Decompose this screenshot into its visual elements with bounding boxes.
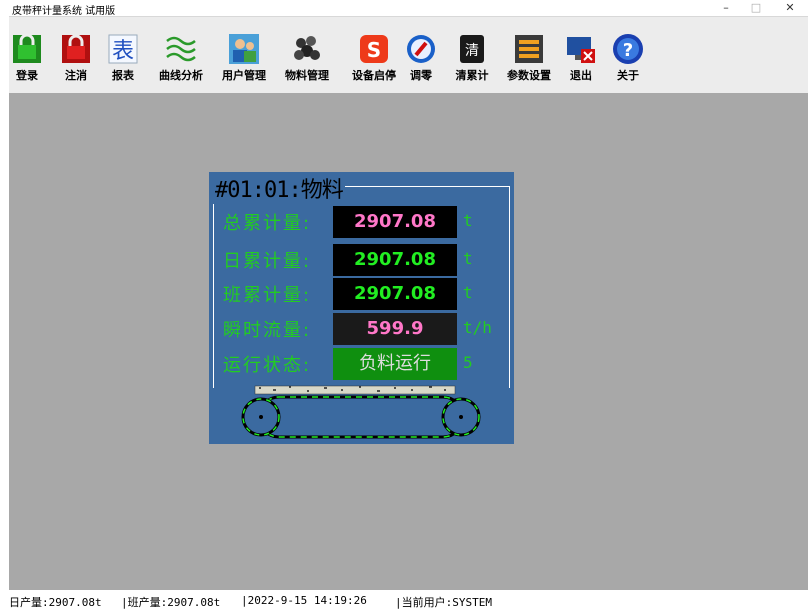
row-label: 日累计量: [223,251,312,272]
row-unit: t [463,283,473,302]
exit-button[interactable]: 退出 [563,19,599,91]
toolbar: 登录 注消 表 报表 曲线分析 用户管理 物料管理 S 设备启停 调零 清 清累… [9,17,808,93]
toolbar-label: 登录 [16,69,38,82]
status-badge: 负料运行 [333,348,457,380]
about-button[interactable]: ? 关于 [610,19,646,91]
row-unit: t [463,249,473,268]
status-datetime: |2022-9-15 14:19:26 [241,594,367,607]
row-label: 瞬时流量: [223,320,312,341]
toolbar-label: 关于 [617,69,639,82]
row-value: 2907.08 [333,206,457,238]
conveyor-belt-graphic [241,385,481,439]
row-value: 2907.08 [333,244,457,276]
toolbar-label: 清累计 [455,69,489,82]
row-unit: t/h [463,318,492,337]
row-value: 599.9 [333,313,457,345]
login-icon [13,33,41,63]
power-icon: S [360,35,388,63]
scale-panel: #01:01:物料 总累计量: 2907.08 t 日累计量: 2907.08 … [209,172,514,444]
logout-button[interactable]: 注消 [58,19,94,91]
row-label: 班累计量: [223,285,312,306]
clear-icon: 清 [460,35,484,63]
shift-accumulation-row: 班累计量: 2907.08 t [223,277,513,311]
login-button[interactable]: 登录 [11,19,43,91]
toolbar-label: 退出 [570,69,592,82]
settings-icon [515,35,543,63]
svg-text:清: 清 [465,43,479,59]
logout-lock-icon [62,34,90,63]
close-button[interactable]: ✕ [776,0,804,16]
row-unit: 5 [463,353,473,372]
parameter-settings-button[interactable]: 参数设置 [502,19,556,91]
instant-flow-row: 瞬时流量: 599.9 t/h [223,312,513,346]
toolbar-label: 参数设置 [507,69,551,82]
status-current-user: |当前用户:SYSTEM [395,596,492,609]
row-value: 2907.08 [333,278,457,310]
toolbar-label: 用户管理 [222,69,266,82]
report-icon: 表 [108,34,138,64]
title-bar: 皮带秤计量系统 试用版 – □ ✕ [9,0,808,17]
zero-icon [407,35,435,63]
status-shift-output: |班产量:2907.08t [121,596,221,609]
toolbar-label: 物料管理 [285,69,329,82]
maximize-button[interactable]: □ [742,0,770,16]
svg-text:表: 表 [112,39,134,64]
user-management-button[interactable]: 用户管理 [217,19,271,91]
row-label: 运行状态: [223,355,312,376]
daily-accumulation-row: 日累计量: 2907.08 t [223,243,513,277]
panel-title: #01:01:物料 [213,172,345,204]
curve-analysis-button[interactable]: 曲线分析 [153,19,209,91]
device-start-stop-button[interactable]: S 设备启停 [345,19,403,91]
curve-icon [166,36,196,62]
report-button[interactable]: 表 报表 [107,19,139,91]
status-bar: 日产量:2907.08t |班产量:2907.08t |2022-9-15 14… [9,591,808,609]
status-daily-output: 日产量:2907.08t [9,596,102,609]
exit-icon [567,37,595,63]
material-management-button[interactable]: 物料管理 [280,19,334,91]
svg-text:S: S [367,38,381,62]
minimize-button[interactable]: – [712,0,740,16]
about-icon: ? [613,34,643,64]
toolbar-label: 调零 [410,69,432,82]
row-unit: t [463,211,473,230]
total-accumulation-row: 总累计量: 2907.08 t [223,205,513,239]
svg-text:?: ? [623,40,633,61]
toolbar-label: 注消 [65,69,87,82]
clear-total-button[interactable]: 清 清累计 [450,19,494,91]
window-title: 皮带秤计量系统 试用版 [12,6,116,17]
toolbar-label: 报表 [112,69,134,82]
run-status-row: 运行状态: 负料运行 5 [223,347,513,381]
row-label: 总累计量: [223,213,312,234]
toolbar-label: 曲线分析 [159,69,203,82]
users-icon [229,34,259,64]
zero-button[interactable]: 调零 [405,19,437,91]
toolbar-label: 设备启停 [352,69,396,82]
material-icon [294,36,320,60]
